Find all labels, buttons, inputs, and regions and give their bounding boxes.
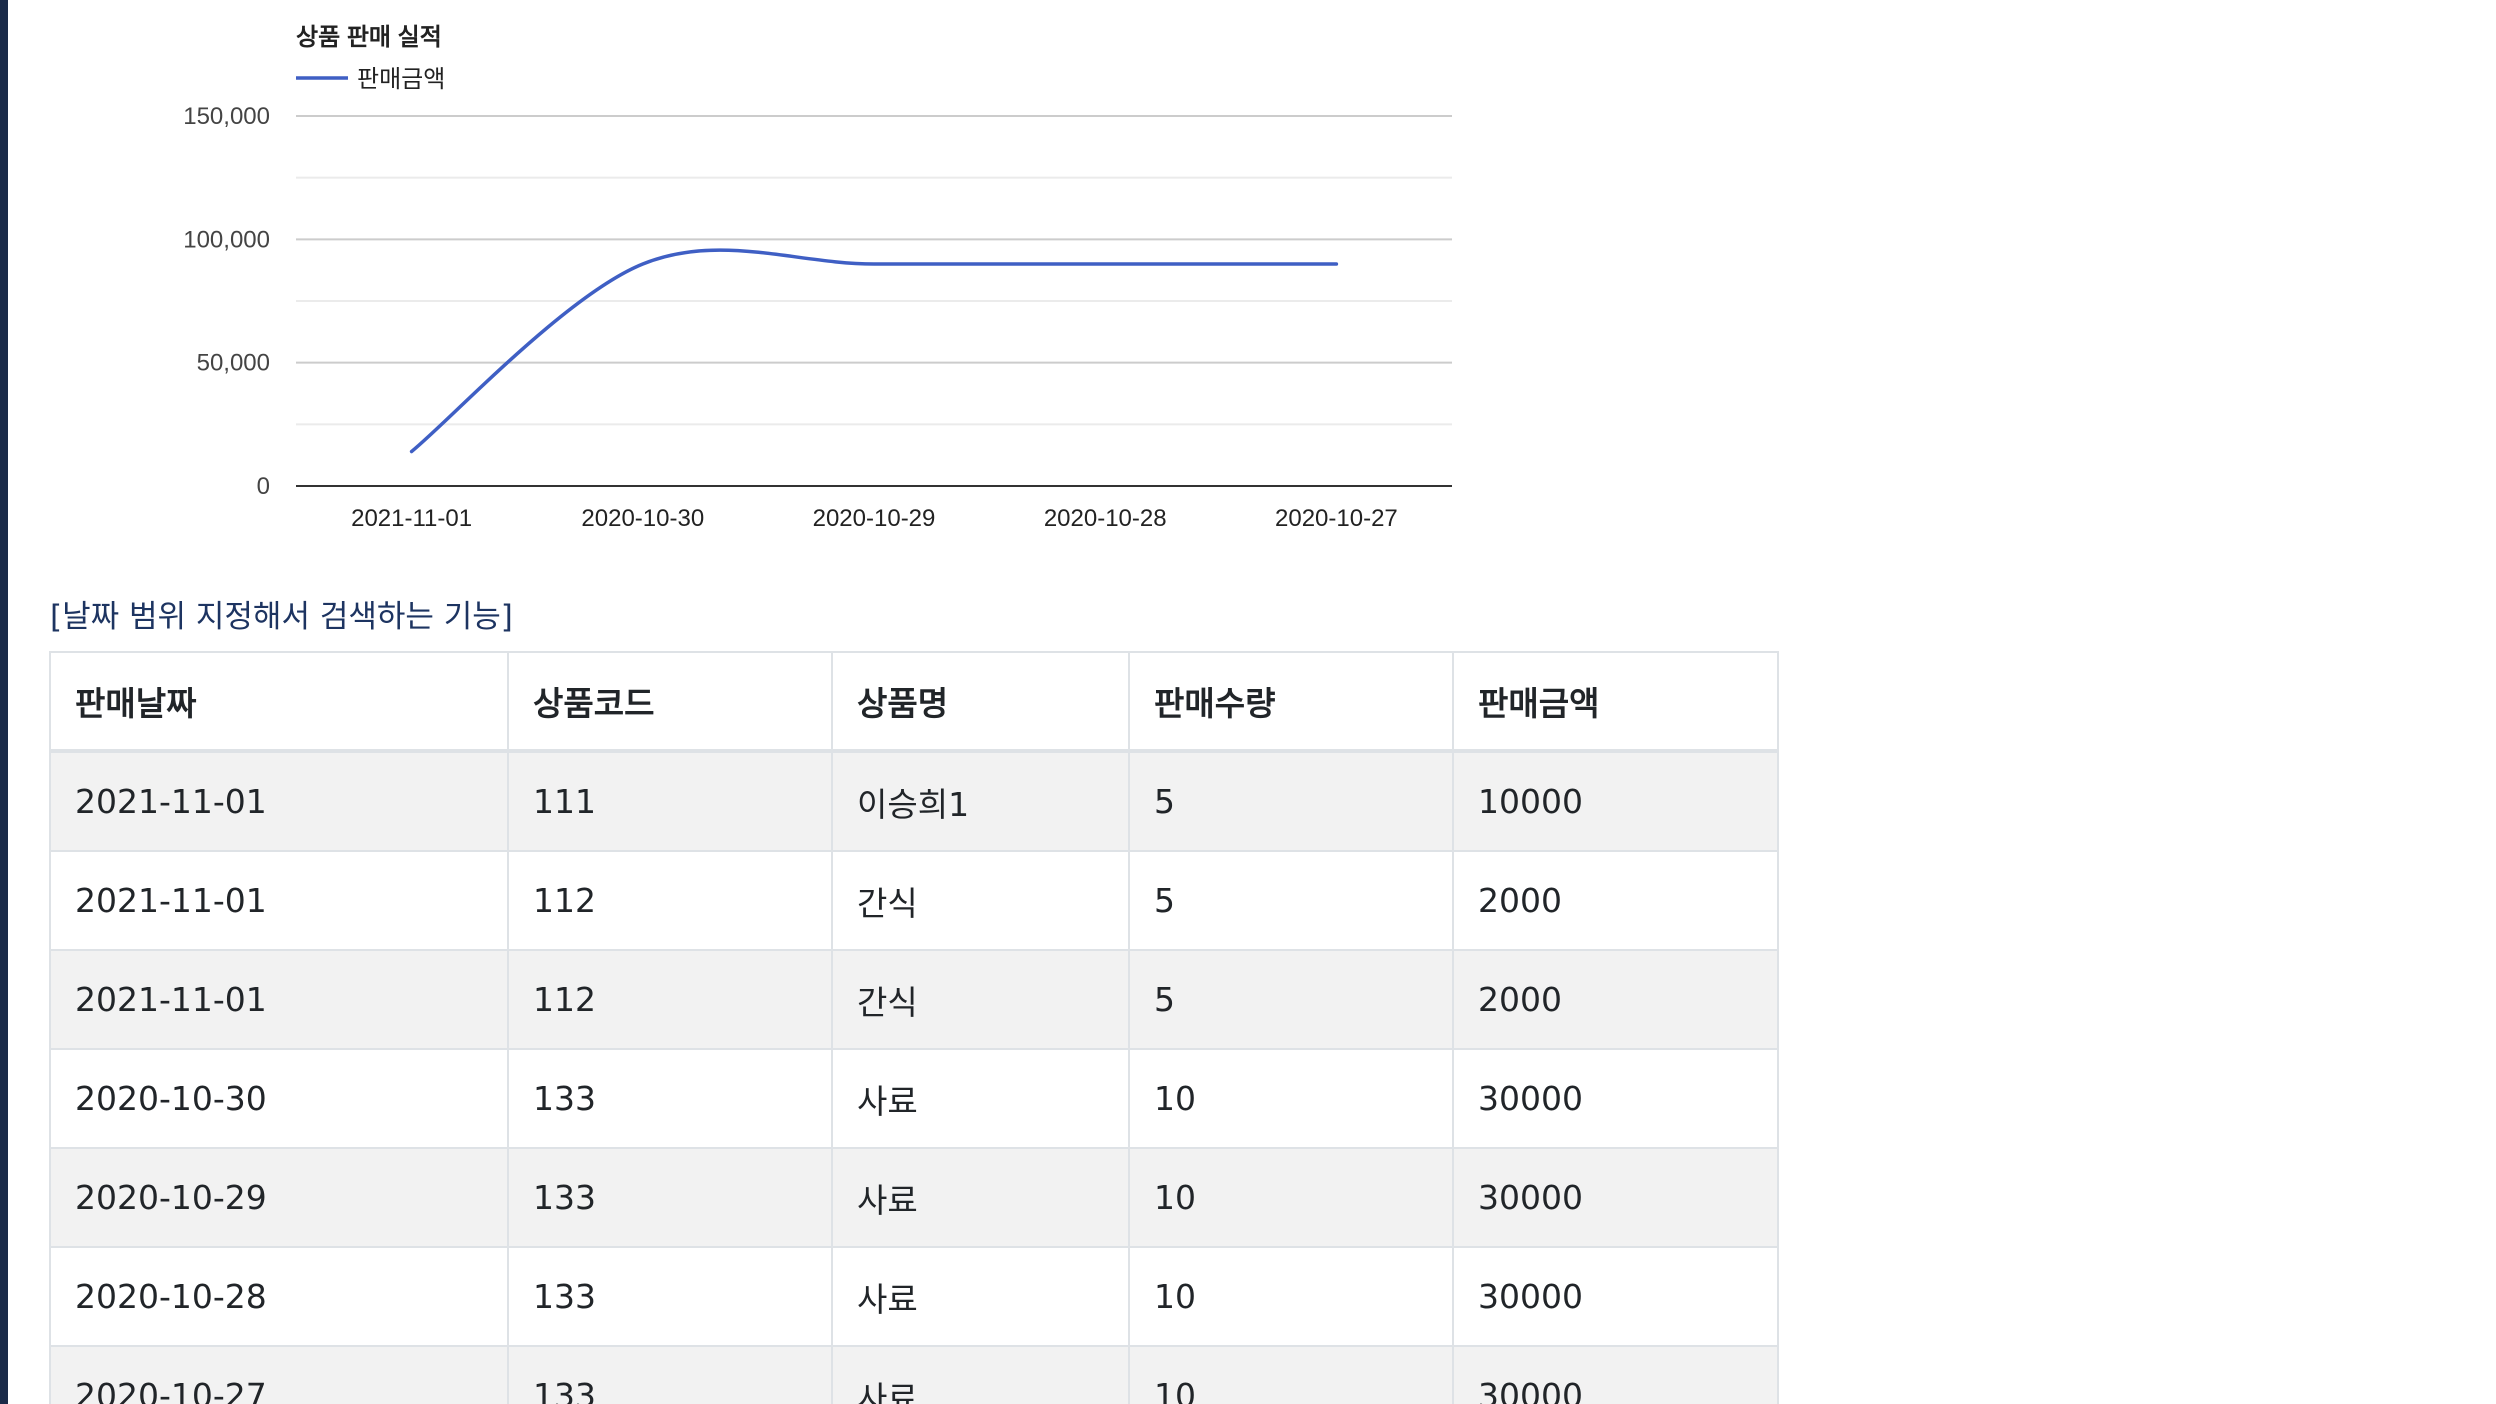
legend-label: 판매금액 [357,66,445,93]
header-product-name: 상품명 [831,651,1130,753]
page: 상품 판매 실적판매금액 0 50,000 100,000 150,000 2021-11… [0,0,2496,1404]
cell-product-name: 간식 [831,850,1130,951]
cell-sale-quantity: 10 [1128,1147,1454,1248]
date-range-search-title: [날짜 범위 지정해서 검색하는 기능] [50,599,513,635]
cell-sale-date: 2021-11-01 [49,750,509,852]
header-sale-date: 판매날짜 [49,651,509,753]
cell-sale-amount: 10000 [1452,750,1779,852]
cell-sale-quantity: 10 [1128,1246,1454,1347]
table-row: 2021-11-01 112 간식 5 2000 [49,949,1779,1050]
cell-sale-date: 2021-11-01 [49,949,509,1050]
cell-product-code: 112 [507,850,833,951]
cell-sale-date: 2021-11-01 [49,850,509,951]
cell-sale-date: 2020-10-30 [49,1048,509,1149]
cell-product-name: 사료 [831,1048,1130,1149]
cell-sale-date: 2020-10-27 [49,1345,509,1404]
cell-product-name: 사료 [831,1345,1130,1404]
cell-sale-amount: 30000 [1452,1048,1779,1149]
table-row: 2021-11-01 111 이승희1 5 10000 [49,750,1779,852]
x-tick-label: 2021-11-01 [351,505,472,532]
y-tick-label: 50,000 [197,350,270,377]
table-row: 2020-10-30 133 사료 10 30000 [49,1048,1779,1149]
cell-sale-quantity: 10 [1128,1345,1454,1404]
y-tick-label: 0 [257,473,270,500]
cell-sale-quantity: 5 [1128,850,1454,951]
cell-product-code: 112 [507,949,833,1050]
x-tick-label: 2020-10-27 [1275,505,1398,532]
cell-product-code: 133 [507,1048,833,1149]
x-tick-label: 2020-10-30 [581,505,704,532]
cell-sale-date: 2020-10-29 [49,1147,509,1248]
cell-product-code: 133 [507,1246,833,1347]
header-sale-amount: 판매금액 [1452,651,1779,753]
cell-sale-quantity: 5 [1128,949,1454,1050]
table-row: 2020-10-27 133 사료 10 30000 [49,1345,1779,1404]
table-row: 2021-11-01 112 간식 5 2000 [49,850,1779,951]
cell-product-name: 간식 [831,949,1130,1050]
sales-line-chart: 상품 판매 실적판매금액 0 50,000 100,000 150,000 2021-11… [183,24,1452,532]
cell-product-name: 사료 [831,1147,1130,1248]
cell-product-code: 133 [507,1147,833,1248]
table-header-row: 판매날짜 상품코드 상품명 판매수량 판매금액 [49,651,1779,753]
y-tick-label: 100,000 [183,226,270,253]
sales-chart: 상품 판매 실적판매금액 0 50,000 100,000 150,000 2021-11… [0,0,1500,560]
cell-product-code: 111 [507,750,833,852]
table-row: 2020-10-28 133 사료 10 30000 [49,1246,1779,1347]
sales-table: 판매날짜 상품코드 상품명 판매수량 판매금액 2021-11-01 111 이승희… [49,651,1779,1404]
cell-product-code: 133 [507,1345,833,1404]
x-tick-label: 2020-10-28 [1044,505,1167,532]
cell-product-name: 사료 [831,1246,1130,1347]
cell-sale-amount: 30000 [1452,1147,1779,1248]
cell-sale-quantity: 10 [1128,1048,1454,1149]
x-tick-label: 2020-10-29 [813,505,936,532]
cell-sale-amount: 30000 [1452,1246,1779,1347]
y-tick-label: 150,000 [183,103,270,130]
cell-sale-date: 2020-10-28 [49,1246,509,1347]
cell-sale-amount: 2000 [1452,949,1779,1050]
header-product-code: 상품코드 [507,651,833,753]
chart-title: 상품 판매 실적 [296,24,442,51]
cell-sale-quantity: 5 [1128,750,1454,852]
series-line-sales-amount [409,248,1339,454]
cell-sale-amount: 30000 [1452,1345,1779,1404]
header-sale-quantity: 판매수량 [1128,651,1454,753]
table-row: 2020-10-29 133 사료 10 30000 [49,1147,1779,1248]
sales-table-container: 판매날짜 상품코드 상품명 판매수량 판매금액 2021-11-01 111 이승희… [49,651,1779,1404]
cell-sale-amount: 2000 [1452,850,1779,951]
cell-product-name: 이승희1 [831,750,1130,852]
